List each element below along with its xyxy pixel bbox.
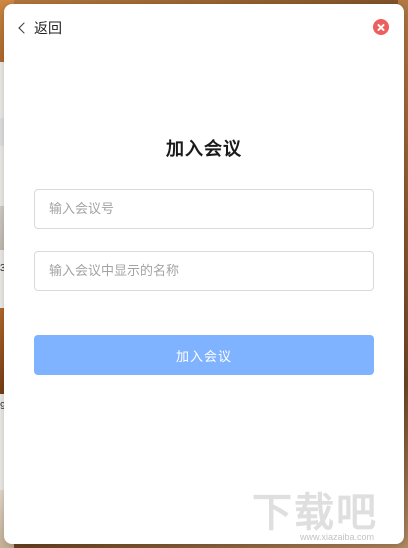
dialog-title: 加入会议 (166, 139, 242, 160)
chevron-left-icon (18, 22, 30, 34)
watermark-logo: 下载吧 (252, 490, 378, 536)
join-meeting-button[interactable]: 加入会议 (34, 335, 374, 375)
meeting-id-input[interactable] (34, 189, 374, 229)
join-meeting-dialog: 返回 加入会议 加入会议 下载吧 www.xiazaiba.com (4, 4, 404, 544)
back-label: 返回 (34, 21, 62, 37)
watermark-url: www.xiazaiba.com (299, 532, 374, 542)
back-button[interactable]: 返回 (16, 18, 62, 38)
close-icon[interactable] (373, 19, 389, 35)
display-name-input[interactable] (34, 251, 374, 291)
